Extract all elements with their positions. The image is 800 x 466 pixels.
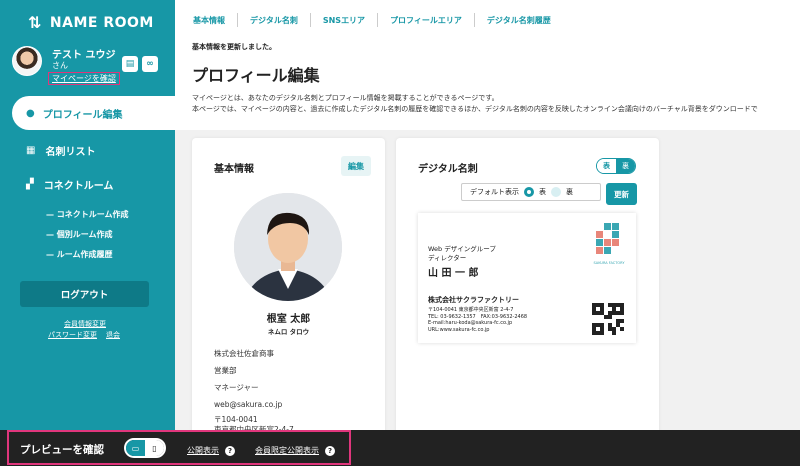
members-view-link[interactable]: 会員限定公開表示? (255, 445, 335, 456)
sidebar-item-label: コネクトルーム (43, 181, 114, 192)
mypage-link[interactable]: マイページを確認 (48, 72, 120, 85)
department: 営業部 (214, 366, 237, 375)
desktop-icon[interactable]: ▭ (126, 440, 145, 456)
subitem-label: 個別ルーム作成 (56, 230, 113, 239)
room-icon: ▞ (26, 179, 34, 190)
user-profile: テスト ユウジ さん マイページを確認 ▤ ∞ (12, 46, 162, 88)
person-name: 根室 太郎 (266, 314, 311, 325)
sidebar: ⇅ NAME ROOM テスト ユウジ さん マイページを確認 ▤ ∞ ● プロ… (0, 0, 197, 466)
mobile-icon[interactable]: ▯ (145, 440, 164, 456)
digital-card-heading: デジタル名刺 (418, 164, 478, 175)
tab-profile-area[interactable]: プロフィールエリア (377, 13, 474, 27)
toggle-front[interactable]: 表 (597, 159, 616, 173)
status-notice: 基本情報を更新しました。 (192, 43, 276, 51)
user-name: テスト ユウジ (52, 50, 116, 61)
card-url: URL:www.sakura-fc.co.jp (428, 327, 490, 333)
card-tel: TEL: 03-9632-1357 FAX:03-9632-2468 (428, 314, 528, 320)
subitem-label: ルーム作成履歴 (56, 250, 113, 259)
logo-text: NAME ROOM (49, 14, 154, 31)
sidebar-subitem-create-room[interactable]: — コネクトルーム作成 (46, 209, 129, 220)
link-icon: ∞ (146, 59, 154, 69)
avatar (12, 46, 42, 76)
edit-button[interactable]: 編集 (341, 156, 371, 176)
user-name-suffix: さん (52, 61, 68, 70)
qr-code-icon (592, 303, 624, 335)
sidebar-item-profile-edit[interactable]: ● プロフィール編集 (12, 96, 197, 130)
description-line: マイページとは、あなたのデジタル名刺とプロフィール情報を掲載することができるペー… (192, 94, 499, 102)
business-card-preview: Web デザイングループ ディレクター 山 田 一 郎 株式会社サクラファクトリ… (418, 213, 636, 343)
app-logo[interactable]: ⇅ NAME ROOM (28, 13, 154, 32)
radio-back[interactable] (551, 187, 561, 197)
email: web@sakura.co.jp (214, 400, 283, 409)
page-header: 基本情報を更新しました。 プロフィール編集 マイページとは、あなたのデジタル名刺… (175, 40, 800, 130)
subitem-label: コネクトルーム作成 (56, 210, 129, 219)
card-address: 〒104-0041 東京都中央区新富 2-4-7 (428, 307, 514, 313)
cards-icon: ▦ (26, 145, 36, 156)
card-company: 株式会社サクラファクトリー (428, 296, 519, 304)
id-card-icon: ▤ (125, 59, 135, 69)
digital-card-panel: デジタル名刺 表 裏 デフォルト表示 表 裏 更新 Web デザイングループ デ… (396, 138, 659, 448)
copy-link-button[interactable]: ∞ (142, 56, 158, 72)
card-email: E-mail:haru-koda@sakura-fc.co.jp (428, 320, 513, 326)
sidebar-item-card-list[interactable]: ▦ 名刺リスト (26, 143, 95, 158)
tab-bar: 基本情報 デジタル名刺 SNSエリア プロフィールエリア デジタル名刺履歴 (175, 0, 800, 40)
toggle-back[interactable]: 裏 (616, 159, 635, 173)
page-title: プロフィール編集 (192, 66, 320, 85)
user-icon: ● (26, 107, 35, 119)
tab-digital-card[interactable]: デジタル名刺 (237, 13, 310, 27)
help-icon[interactable]: ? (225, 446, 235, 456)
card-view-button[interactable]: ▤ (122, 56, 138, 72)
tab-sns-area[interactable]: SNSエリア (309, 13, 377, 27)
sidebar-item-connect-room[interactable]: ▞ コネクトルーム (26, 177, 113, 192)
radio-back-label: 裏 (566, 188, 573, 196)
description-line: 本ページでは、マイページの内容と、過去に作成したデジタル名刺の履歴を確認できるほ… (192, 105, 758, 113)
position: マネージャー (214, 383, 259, 392)
basic-info-card: 基本情報 編集 根室 太郎 ネムロ タロウ 株式会社佐倉商事 営業部 マネージャ… (192, 138, 385, 443)
preview-device-toggle[interactable]: ▭ ▯ (124, 438, 166, 458)
public-view-label: 公開表示 (187, 446, 219, 455)
tab-basic-info[interactable]: 基本情報 (193, 13, 237, 27)
sidebar-subitem-individual-room[interactable]: — 個別ルーム作成 (46, 229, 113, 240)
card-side-toggle[interactable]: 表 裏 (596, 158, 636, 174)
preview-label: プレビューを確認 (20, 444, 104, 456)
public-view-link[interactable]: 公開表示? (187, 445, 235, 456)
default-display-label: デフォルト表示 (470, 188, 519, 196)
main-area: 基本情報 デジタル名刺 SNSエリア プロフィールエリア デジタル名刺履歴 基本… (175, 0, 800, 466)
company-name: 株式会社佐倉商事 (214, 349, 274, 358)
password-change-link[interactable]: パスワード変更 (48, 330, 97, 340)
profile-photo (234, 193, 342, 301)
update-button[interactable]: 更新 (606, 183, 637, 205)
page-description: マイページとは、あなたのデジタル名刺とプロフィール情報を掲載することができるペー… (192, 93, 758, 115)
logout-button[interactable]: ログアウト (20, 281, 149, 307)
default-display-selector: デフォルト表示 表 裏 (461, 183, 601, 201)
logo-icon: ⇅ (28, 13, 42, 32)
withdraw-link[interactable]: 退会 (106, 330, 120, 340)
radio-front-label: 表 (539, 188, 546, 196)
member-info-link[interactable]: 会員情報変更 (64, 319, 106, 329)
card-logo: SAKURA FACTORY (592, 223, 626, 265)
radio-front[interactable] (524, 187, 534, 197)
card-title: ディレクター (428, 254, 467, 262)
sidebar-item-label: プロフィール編集 (42, 109, 123, 121)
help-icon[interactable]: ? (325, 446, 335, 456)
members-view-label: 会員限定公開表示 (255, 446, 319, 455)
sidebar-item-label: 名刺リスト (45, 147, 96, 158)
basic-info-heading: 基本情報 (214, 164, 254, 175)
person-kana: ネムロ タロウ (267, 328, 310, 336)
tab-card-history[interactable]: デジタル名刺履歴 (473, 13, 563, 27)
card-person-name: 山 田 一 郎 (428, 268, 479, 279)
sidebar-subitem-room-history[interactable]: — ルーム作成履歴 (46, 249, 113, 260)
logo-caption: SAKURA FACTORY (593, 261, 625, 265)
